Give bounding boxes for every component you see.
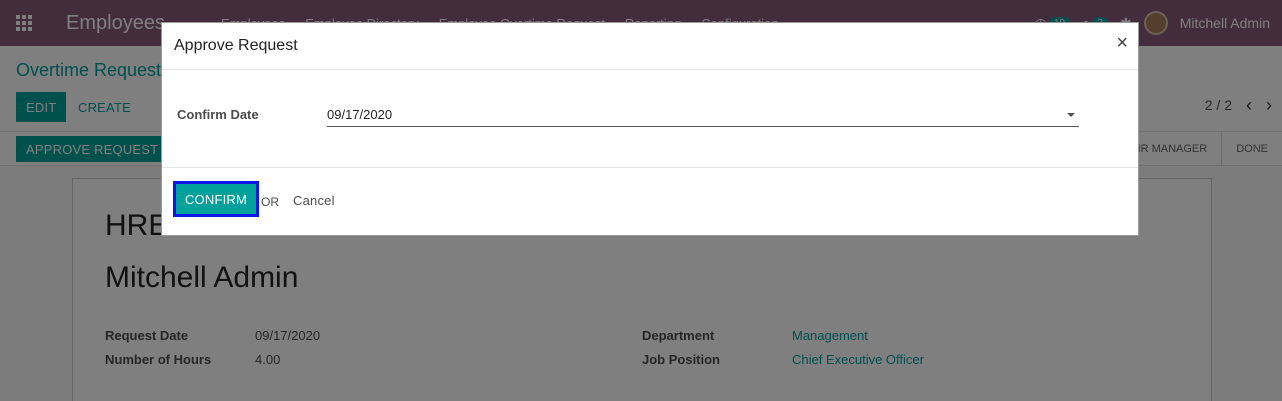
dialog-title: Approve Request xyxy=(174,37,298,54)
dialog-footer: CONFIRM OR Cancel xyxy=(162,167,1138,237)
caret-down-icon[interactable] xyxy=(1067,112,1075,117)
confirm-button[interactable]: CONFIRM xyxy=(173,181,259,217)
dialog-header: Approve Request × xyxy=(162,23,1138,70)
or-separator: OR xyxy=(261,195,279,209)
close-icon[interactable]: × xyxy=(1116,33,1128,53)
cancel-button[interactable]: Cancel xyxy=(290,189,338,211)
confirm-date-value[interactable]: 09/17/2020 xyxy=(327,107,392,122)
confirm-date-field[interactable]: 09/17/2020 xyxy=(327,103,1079,127)
approve-request-dialog: Approve Request × Confirm Date 09/17/202… xyxy=(161,22,1139,236)
confirm-date-label: Confirm Date xyxy=(177,107,259,122)
dialog-body: Confirm Date 09/17/2020 xyxy=(162,70,1138,167)
